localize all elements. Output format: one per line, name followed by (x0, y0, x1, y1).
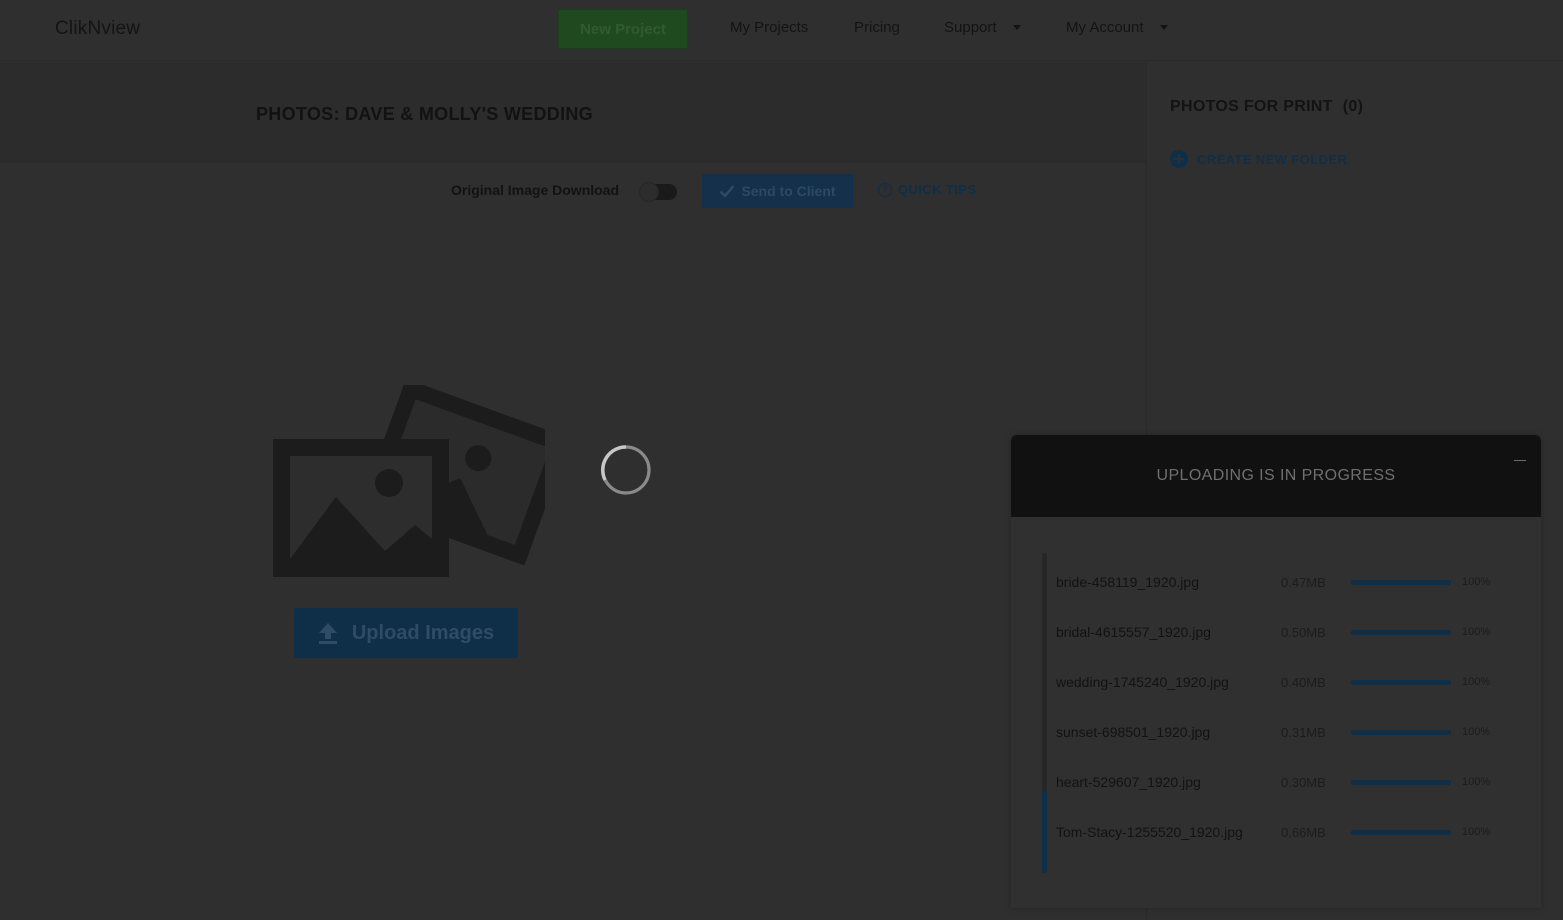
quick-tips-label: QUICK TIPS (898, 182, 977, 197)
toggle-knob (639, 182, 659, 202)
upload-progress-fill (1351, 629, 1451, 635)
send-to-client-label: Send to Client (741, 183, 836, 199)
upload-progress-fill (1351, 829, 1451, 835)
send-to-client-button[interactable]: Send to Client (702, 174, 853, 208)
upload-progress-percent: 100% (1462, 676, 1491, 688)
upload-progress-fill (1351, 679, 1451, 685)
app-logo[interactable]: ClikNview (55, 18, 140, 40)
upload-file-row: heart-529607_1920.jpg 0.30MB 100% (1056, 772, 1516, 792)
scrollbar-thumb[interactable] (1042, 791, 1047, 873)
file-size: 0.30MB (1281, 774, 1326, 790)
file-name: Tom-Stacy-1255520_1920.jpg (1056, 824, 1243, 840)
file-name: heart-529607_1920.jpg (1056, 774, 1201, 790)
upload-progress-fill (1351, 779, 1451, 785)
plus-circle-icon (1170, 150, 1188, 168)
project-title-band: PHOTOS: DAVE & MOLLY'S WEDDING (0, 62, 1146, 163)
upload-arrow-icon (318, 623, 337, 644)
nav-support[interactable]: Support (944, 19, 1021, 36)
create-new-folder-label: CREATE NEW FOLDER (1197, 151, 1348, 167)
upload-file-row: sunset-698501_1920.jpg 0.31MB 100% (1056, 722, 1516, 742)
upload-progress-bar (1351, 679, 1451, 685)
original-download-label: Original Image Download (451, 182, 620, 198)
file-size: 0.40MB (1281, 674, 1326, 690)
create-new-folder-link[interactable]: CREATE NEW FOLDER (1170, 150, 1347, 168)
upload-images-button[interactable]: Upload Images (294, 608, 518, 658)
upload-file-row: wedding-1745240_1920.jpg 0.40MB 100% (1056, 672, 1516, 692)
loading-spinner-icon (601, 445, 651, 495)
upload-progress-bar (1351, 629, 1451, 635)
upload-panel-header: UPLOADING IS IN PROGRESS (1011, 435, 1541, 517)
upload-panel-title: UPLOADING IS IN PROGRESS (1156, 467, 1396, 484)
upload-progress-bar (1351, 729, 1451, 735)
photos-for-print-title: PHOTOS FOR PRINT (1170, 98, 1333, 115)
nav-support-label: Support (944, 19, 997, 36)
check-icon (720, 185, 735, 198)
upload-progress-percent: 100% (1462, 776, 1491, 788)
photos-placeholder-icon (273, 385, 545, 577)
file-name: bride-458119_1920.jpg (1056, 574, 1199, 590)
nav-my-account-label: My Account (1066, 19, 1144, 36)
new-project-button[interactable]: New Project (558, 9, 688, 49)
photos-for-print-heading: PHOTOS FOR PRINT (0) (1170, 98, 1363, 116)
file-name: sunset-698501_1920.jpg (1056, 724, 1211, 740)
caret-down-icon (1159, 25, 1168, 30)
upload-progress-percent: 100% (1462, 826, 1491, 838)
upload-progress-bar (1351, 579, 1451, 585)
nav-my-projects[interactable]: My Projects (730, 19, 808, 36)
minimize-icon[interactable] (1514, 451, 1526, 461)
upload-progress-fill (1351, 579, 1451, 585)
upload-progress-percent: 100% (1462, 576, 1491, 588)
photos-for-print-count: (0) (1342, 98, 1364, 115)
file-name: bridal-4615557_1920.jpg (1056, 624, 1211, 640)
upload-progress-bar (1351, 829, 1451, 835)
nav-pricing-label: Pricing (854, 19, 900, 36)
page-title: PHOTOS: DAVE & MOLLY'S WEDDING (256, 104, 593, 124)
nav-my-projects-label: My Projects (730, 19, 809, 36)
upload-progress-bar (1351, 779, 1451, 785)
file-size: 0.66MB (1281, 824, 1326, 840)
upload-list-scrollbar[interactable] (1042, 553, 1047, 873)
caret-down-icon (1012, 25, 1021, 30)
file-size: 0.50MB (1281, 624, 1326, 640)
original-download-toggle[interactable] (639, 182, 677, 202)
question-circle-icon: ? (878, 182, 892, 197)
nav-my-account[interactable]: My Account (1066, 19, 1168, 36)
upload-progress-panel: UPLOADING IS IN PROGRESS bride-458119_19… (1011, 435, 1541, 908)
upload-file-row: bride-458119_1920.jpg 0.47MB 100% (1056, 572, 1516, 592)
upload-file-row: bridal-4615557_1920.jpg 0.50MB 100% (1056, 622, 1516, 642)
file-name: wedding-1745240_1920.jpg (1056, 674, 1229, 690)
file-size: 0.31MB (1281, 724, 1326, 740)
quick-tips-link[interactable]: ? QUICK TIPS (878, 182, 976, 197)
top-navbar: ClikNview New Project My Projects Pricin… (0, 0, 1563, 61)
upload-file-row: Tom-Stacy-1255520_1920.jpg 0.66MB 100% (1056, 822, 1516, 842)
nav-pricing[interactable]: Pricing (854, 19, 900, 36)
upload-progress-percent: 100% (1462, 626, 1491, 638)
upload-progress-percent: 100% (1462, 726, 1491, 738)
file-size: 0.47MB (1281, 574, 1326, 590)
upload-images-label: Upload Images (351, 621, 495, 644)
upload-progress-fill (1351, 729, 1451, 735)
